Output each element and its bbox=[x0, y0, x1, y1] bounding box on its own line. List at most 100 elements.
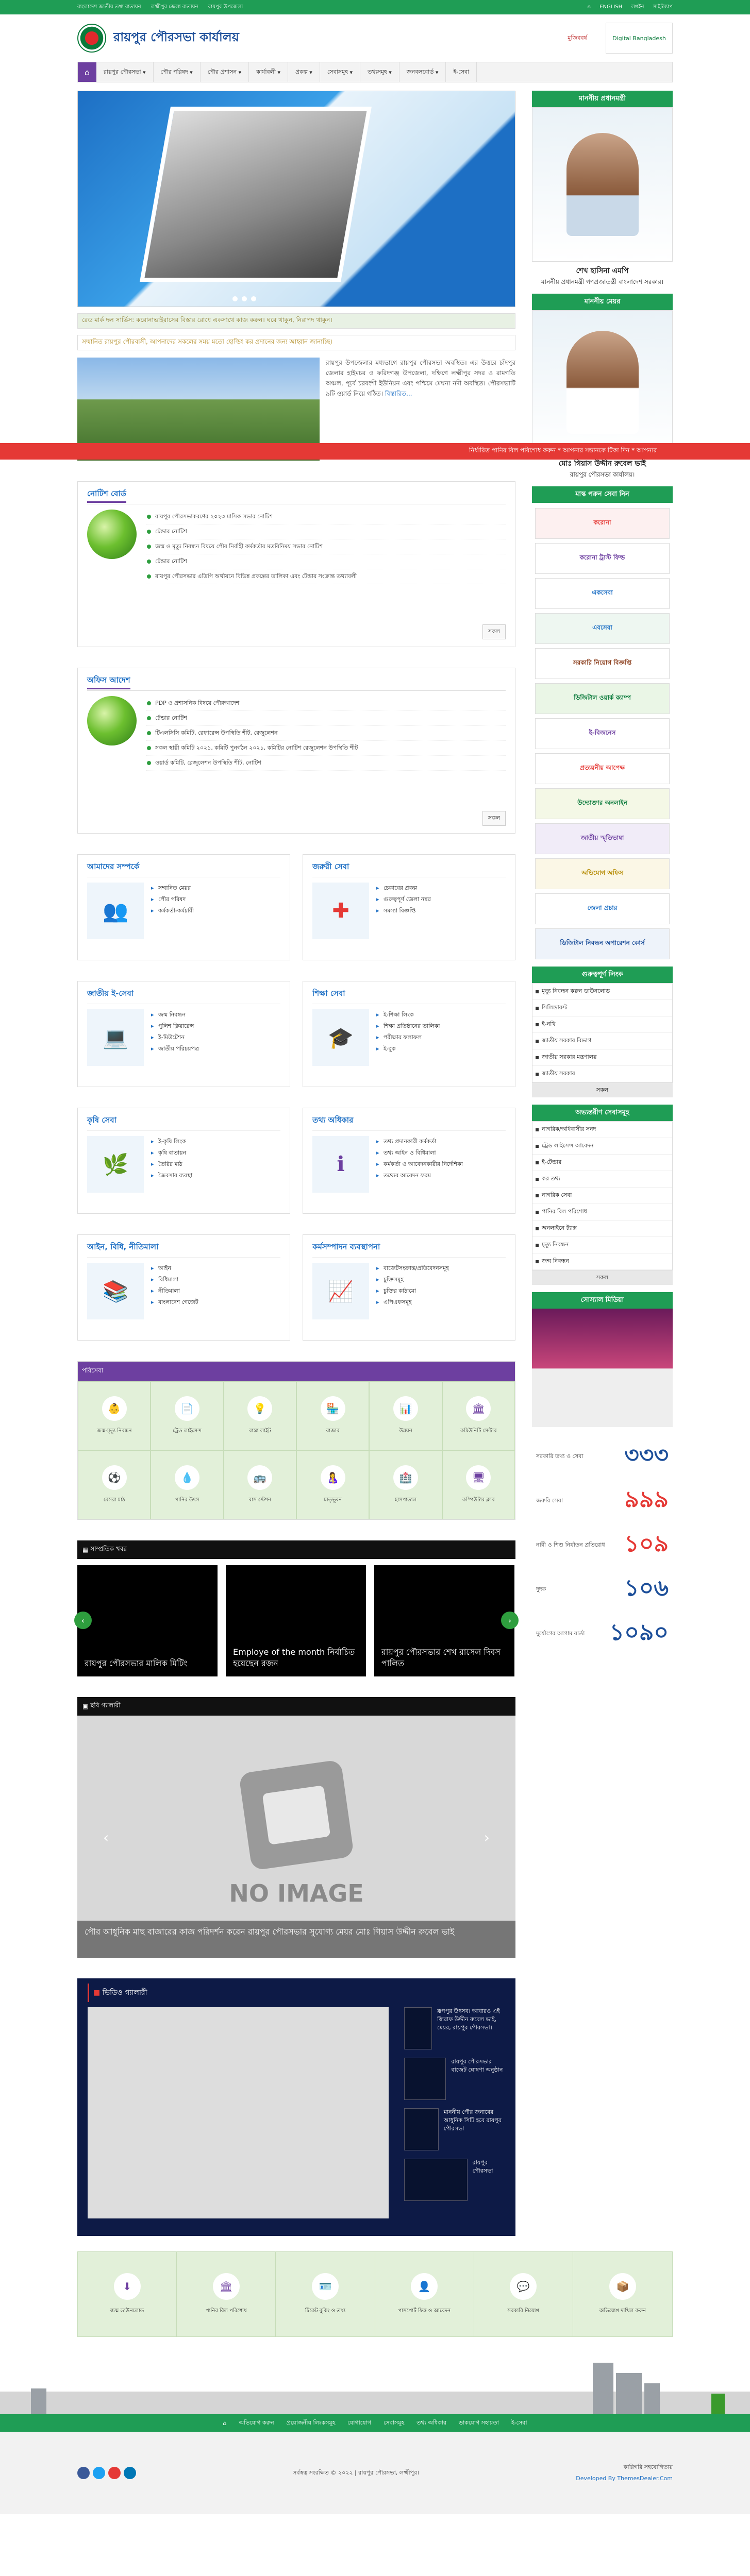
list-item[interactable]: রায়পুর পৌরসভার এডিপি অর্থায়নে বিভিন্ন … bbox=[146, 569, 506, 584]
card-link[interactable]: জন্ম নিবন্ধন bbox=[151, 1009, 199, 1021]
list-item[interactable]: টেন্ডার নোটিশ bbox=[146, 711, 506, 726]
prev-arrow-icon[interactable]: ‹ bbox=[74, 1612, 92, 1629]
list-item[interactable]: টেন্ডার নোটিশ bbox=[146, 554, 506, 569]
footer-link[interactable]: অভিযোগ করুন bbox=[239, 2418, 274, 2428]
footer-link[interactable]: ই-সেবা bbox=[511, 2418, 527, 2428]
banner-link[interactable]: এবসেবা bbox=[535, 613, 670, 644]
nav-item[interactable]: জনবলবোর্ড ▾ bbox=[399, 62, 446, 82]
news-ticker[interactable]: রেড মার্ক দল সার্ভিস: করোনাভাইরাসের বিস্… bbox=[77, 313, 515, 329]
card-link[interactable]: পরীক্ষার ফলাফল bbox=[376, 1032, 440, 1043]
card-title[interactable]: শিক্ষা সেবা bbox=[312, 988, 506, 1004]
banner-link[interactable]: উদ্যোক্তার অনলাইন bbox=[535, 788, 670, 819]
banner-link[interactable]: ই-বিজনেস bbox=[535, 718, 670, 749]
card-link[interactable]: গুরুত্বপূর্ণ জেলা নম্বর bbox=[376, 894, 431, 905]
hero-slider[interactable] bbox=[77, 91, 515, 307]
developer-link[interactable]: Developed By ThemesDealer.Com bbox=[576, 2473, 673, 2484]
card-link[interactable]: চুক্তির কাঠামো bbox=[376, 1285, 449, 1297]
list-item[interactable]: নাগরিক/অধিবাসীর সনদ bbox=[532, 1122, 672, 1138]
list-item[interactable]: অনলাইনে ট্যাক্স bbox=[532, 1221, 672, 1237]
footer-link[interactable]: সেবাসমূহ bbox=[384, 2418, 404, 2428]
notice-all-button[interactable]: সকল bbox=[482, 624, 506, 639]
footer-link[interactable]: ডাকযোগ সহায়তা bbox=[459, 2418, 499, 2428]
prev-arrow-icon[interactable]: ‹ bbox=[103, 1829, 109, 1846]
portal-item[interactable]: 🏛 কমিউনিটি সেন্টার bbox=[442, 1381, 515, 1450]
important-all-button[interactable]: সকল bbox=[532, 1083, 673, 1097]
card-link[interactable]: বাজেটসংক্রান্ত/প্রতিবেদনসমূহ bbox=[376, 1263, 449, 1274]
banner-link[interactable]: জেলা প্রচার bbox=[535, 893, 670, 924]
nav-item[interactable]: তথ্যসমূহ ▾ bbox=[360, 62, 399, 82]
list-item[interactable]: পানির বিল পরিশোধ bbox=[532, 1204, 672, 1221]
gallery-slide[interactable]: NO IMAGE ‹ › পৌর আধুনিক মাছ বাজারের কাজ … bbox=[77, 1716, 515, 1958]
top-link[interactable]: বাংলাদেশ জাতীয় তথ্য বাতায়ন bbox=[77, 4, 141, 10]
video-item[interactable]: রায়পুর পৌরসভা bbox=[404, 2159, 505, 2201]
list-item[interactable]: জন্ম ও মৃত্যু নিবন্ধন বিষয়ে পৌর নির্বাহ… bbox=[146, 539, 506, 554]
footer-link[interactable]: প্রয়োজনীয় লিংকসমূহ bbox=[287, 2418, 336, 2428]
list-item[interactable]: জন্ম নিবন্ধন bbox=[532, 1253, 672, 1270]
card-title[interactable]: আইন, বিধি, নীতিমালা bbox=[87, 1241, 280, 1258]
social-feed-image[interactable] bbox=[532, 1309, 673, 1427]
card-link[interactable]: তৈরির মাঠ bbox=[151, 1159, 192, 1170]
list-item[interactable]: জাতীয় সরকার মন্ত্রণালয় bbox=[532, 1049, 672, 1066]
list-item[interactable]: টিএলসিসি কমিটি, রেফারেন্স উপস্থিতি শীট, … bbox=[146, 726, 506, 741]
card-link[interactable]: সম্মানিত মেয়র bbox=[151, 883, 194, 894]
portal-item[interactable]: 💧 পানির উৎস bbox=[151, 1450, 224, 1519]
home-icon[interactable]: ⌂ bbox=[588, 4, 591, 10]
card-link[interactable]: ই-কৃষি লিংক bbox=[151, 1136, 192, 1147]
list-item[interactable]: রায়পুর পৌরসভাকরণের ২০২৩ মাসিক সভার নোটি… bbox=[146, 510, 506, 524]
banner-link[interactable]: প্রত্যয়নীয় আপেক্ষ bbox=[535, 753, 670, 784]
card-link[interactable]: ই-মিউটেশন bbox=[151, 1032, 199, 1043]
english-link[interactable]: ENGLISH bbox=[599, 4, 622, 10]
home-icon[interactable]: ⌂ bbox=[78, 62, 96, 82]
next-arrow-icon[interactable]: › bbox=[501, 1612, 519, 1629]
card-link[interactable]: জৈবসার ব্যবস্থা bbox=[151, 1170, 192, 1181]
card-link[interactable]: বাংলাদেশ গেজেট bbox=[151, 1297, 198, 1308]
banner-link[interactable]: একসেবা bbox=[535, 578, 670, 609]
hotline-item[interactable]: দুর্যোগের আগাম বার্তা ১০৯০ bbox=[532, 1612, 673, 1656]
sitemap-link[interactable]: সাইটম্যাপ bbox=[653, 4, 673, 10]
portal-item[interactable]: 🤱 মাতৃভূবন bbox=[296, 1450, 370, 1519]
footer-link[interactable]: তথ্য অধিকার bbox=[416, 2418, 446, 2428]
portal-item[interactable]: 🏥 হাসপাতাল bbox=[369, 1450, 442, 1519]
portal-item[interactable]: 🏪 বাজার bbox=[296, 1381, 370, 1450]
portal-item[interactable]: 🚌 বাস স্টেশন bbox=[223, 1450, 296, 1519]
card-title[interactable]: আমাদের সম্পর্কে bbox=[87, 861, 280, 877]
banner-link[interactable]: সরকারি নিয়োগ বিজ্ঞপ্তি bbox=[535, 648, 670, 679]
nav-item[interactable]: ই-সেবা bbox=[446, 62, 477, 82]
nav-item[interactable]: রায়পুর পৌরসভা ▾ bbox=[96, 62, 154, 82]
nav-item[interactable]: পৌর প্রশাসন ▾ bbox=[201, 62, 249, 82]
next-arrow-icon[interactable]: › bbox=[484, 1829, 490, 1846]
card-title[interactable]: কর্মসম্পাদন ব্যবস্থাপনা bbox=[312, 1241, 506, 1258]
twitter-icon[interactable] bbox=[93, 2467, 105, 2479]
card-title[interactable]: তথ্য অধিকার bbox=[312, 1114, 506, 1131]
portal-item[interactable]: 💡 রাস্তা লাইট bbox=[223, 1381, 296, 1450]
card-link[interactable]: কর্মকর্তা-কর্মচারী bbox=[151, 905, 194, 917]
read-more-link[interactable]: বিস্তারিত... bbox=[385, 390, 412, 397]
banner-link[interactable]: ডিজিটাল নিবন্ধন অপারেশন কোর্স bbox=[535, 928, 670, 959]
card-link[interactable]: বিধিমালা bbox=[151, 1274, 198, 1285]
banner-link[interactable]: অভিযোগ অফিস bbox=[535, 858, 670, 889]
banner-link[interactable]: করোনা bbox=[535, 508, 670, 539]
order-all-button[interactable]: সকল bbox=[482, 811, 506, 826]
banner-link[interactable]: ডিজিটাল ওয়ার্ক ক্যাম্প bbox=[535, 683, 670, 714]
nav-item[interactable]: পৌর পরিষদ ▾ bbox=[154, 62, 201, 82]
list-item[interactable]: জাতীয় সরকার বিভাগ bbox=[532, 1033, 672, 1049]
card-link[interactable]: তথ্য প্রদানকারী কর্মকর্তা bbox=[376, 1136, 463, 1147]
nav-item[interactable]: কার্যাবলী ▾ bbox=[249, 62, 289, 82]
news-card[interactable]: রায়পুর পৌরসভার মালিক মিটিং bbox=[77, 1565, 218, 1676]
card-link[interactable]: ই-শিক্ষা লিংক bbox=[376, 1009, 440, 1021]
internal-all-button[interactable]: সকল bbox=[532, 1270, 673, 1285]
service-item[interactable]: 🏛 পানির বিল পরিশোধ bbox=[177, 2252, 276, 2336]
list-item[interactable]: মৃত্যু নিবন্ধন bbox=[532, 1237, 672, 1253]
card-link[interactable]: কর্মকর্তা ও আবেদনকারীর নির্দেশিকা bbox=[376, 1159, 463, 1170]
footer-link[interactable]: যোগাযোগ bbox=[347, 2418, 371, 2428]
hotline-item[interactable]: নারী ও শিশু নির্যাতন প্রতিরোধ ১০৯ bbox=[532, 1523, 673, 1567]
service-item[interactable]: 📦 অভিযোগ দাখিল করুন bbox=[573, 2252, 672, 2336]
video-item[interactable]: রায়পুর পৌরসভার বাজেট ঘোষণা অনুষ্ঠান bbox=[404, 2058, 505, 2100]
video-item[interactable]: রূপপুর উৎসব। আবারও এই জিরাফ উদ্দীন রুবেল… bbox=[404, 2007, 505, 2049]
nav-item[interactable]: প্রকল্প ▾ bbox=[288, 62, 320, 82]
nav-item[interactable]: সেবাসমূহ ▾ bbox=[320, 62, 361, 82]
service-item[interactable]: 🪪 টিকেট বুকিং ও তথ্য bbox=[276, 2252, 375, 2336]
top-link[interactable]: রায়পুর উপজেলা bbox=[208, 4, 243, 10]
service-item[interactable]: ⬇ জন্ম ডাউনলোড bbox=[78, 2252, 177, 2336]
card-link[interactable]: জাতীয় পরিচয়পত্র bbox=[151, 1043, 199, 1055]
